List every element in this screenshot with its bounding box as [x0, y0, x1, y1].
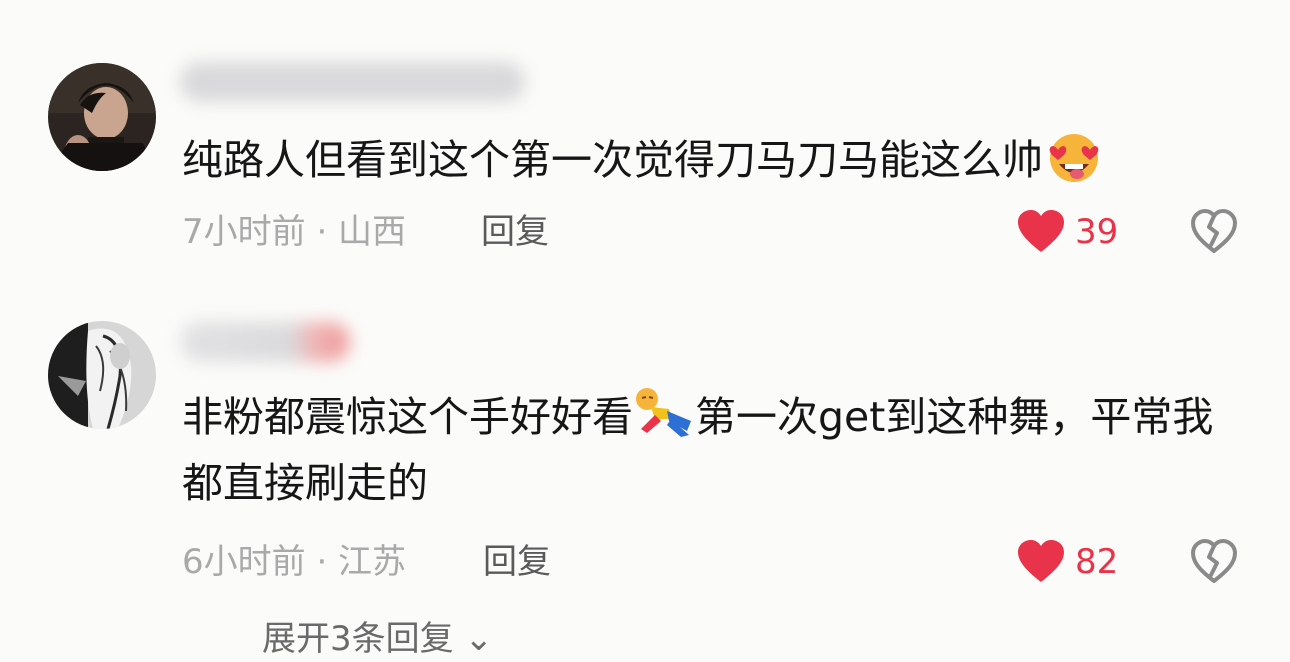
falling-person-emoji-icon	[636, 388, 691, 437]
comment-text: 纯路人但看到这个第一次觉得刀马刀马能这么帅	[182, 127, 1252, 193]
comment-meta: 6小时前 · 江苏	[182, 542, 407, 582]
username-blurred[interactable]	[180, 62, 525, 102]
avatar[interactable]	[48, 63, 156, 171]
comment-meta: 7小时前 · 山西	[182, 212, 407, 252]
heart-icon	[1018, 210, 1064, 252]
broken-heart-icon[interactable]	[1189, 537, 1239, 587]
comment-text: 非粉都震惊这个手好好看 第一次get到这种舞，平常我都直接刷走的	[182, 384, 1252, 516]
chevron-down-icon: ⌄	[464, 619, 493, 659]
username-blurred[interactable]	[180, 322, 350, 362]
like-button[interactable]: 82	[1017, 539, 1118, 585]
heart-eyes-emoji-icon	[1049, 134, 1099, 182]
comment-text-before: 非粉都震惊这个手好好看	[182, 393, 633, 441]
expand-replies-label: 展开3条回复	[262, 619, 454, 659]
expand-replies-button[interactable]: 展开3条回复 ⌄	[262, 616, 493, 662]
like-button[interactable]: 39	[1017, 209, 1118, 255]
comment-text-content: 纯路人但看到这个第一次觉得刀马刀马能这么帅	[182, 136, 1043, 184]
reply-button[interactable]: 回复	[483, 539, 551, 585]
heart-icon	[1018, 540, 1064, 582]
like-count: 82	[1075, 542, 1119, 582]
like-count: 39	[1075, 212, 1119, 252]
broken-heart-icon[interactable]	[1189, 207, 1239, 257]
avatar[interactable]	[48, 321, 156, 429]
reply-button[interactable]: 回复	[481, 209, 549, 255]
